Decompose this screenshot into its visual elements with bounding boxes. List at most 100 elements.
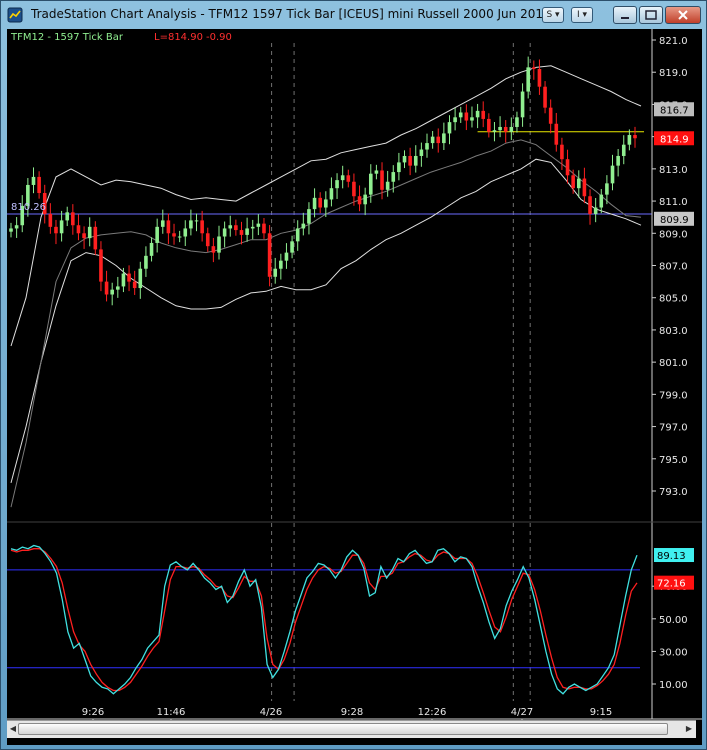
slow-stochastic-value: 72.16	[657, 579, 686, 590]
time-tick-label: 4/27	[511, 707, 533, 718]
candle	[357, 185, 362, 212]
candle	[273, 257, 278, 284]
candle	[239, 221, 244, 245]
scroll-right-icon[interactable]: ▶	[683, 723, 695, 735]
s-link-label: S	[546, 10, 553, 20]
candle-body	[234, 225, 238, 231]
candle-body	[363, 194, 367, 205]
candle-body	[498, 126, 502, 131]
candle-body	[149, 242, 154, 256]
candle	[464, 104, 469, 131]
candle	[284, 243, 289, 269]
candle	[515, 111, 519, 133]
candle	[166, 213, 171, 245]
candle-body	[177, 236, 182, 238]
chart-area[interactable]: 821.0819.0817.0815.0813.0811.0809.0807.0…	[7, 29, 702, 745]
candle-body	[509, 126, 514, 132]
chart-canvas[interactable]: 821.0819.0817.0815.0813.0811.0809.0807.0…	[7, 29, 702, 745]
candle-body	[335, 180, 339, 189]
maximize-button[interactable]	[639, 6, 663, 24]
candle-body	[295, 228, 300, 242]
minimize-button[interactable]	[613, 6, 637, 24]
candle	[267, 225, 272, 287]
candle	[160, 209, 165, 234]
title-bar[interactable]: TradeStation Chart Analysis - TFM12 1597…	[1, 1, 706, 29]
stochastic-oscillator	[7, 544, 640, 695]
time-tick-label: 12:26	[418, 707, 447, 718]
candle	[627, 129, 632, 151]
price-tick-label: 819.0	[659, 68, 688, 79]
candle	[312, 188, 317, 218]
candle-body	[239, 230, 244, 235]
candle-body	[228, 225, 233, 229]
candle	[256, 214, 261, 236]
candle-body	[560, 144, 564, 160]
price-tick-label: 805.0	[659, 294, 688, 305]
candle-body	[307, 209, 311, 224]
candle-body	[87, 226, 92, 239]
candle-body	[172, 233, 176, 237]
candle-body	[273, 268, 278, 277]
candlestick-series	[9, 56, 637, 306]
candle-body	[599, 194, 604, 208]
time-tick-label: 9:15	[590, 707, 612, 718]
candle	[385, 170, 390, 197]
candle	[532, 60, 536, 80]
candle-body	[425, 143, 429, 150]
candle-body	[397, 162, 401, 173]
candle	[363, 187, 367, 216]
close-button[interactable]	[665, 6, 701, 24]
candle	[71, 204, 75, 235]
candle-body	[93, 226, 98, 250]
scroll-thumb[interactable]	[18, 723, 668, 735]
symbol-label: TFM12 - 1597 Tick Bar	[10, 32, 124, 43]
candle	[82, 226, 86, 249]
candle-body	[391, 172, 396, 182]
price-tick-label: 797.0	[659, 423, 688, 434]
s-link-button[interactable]: S ▾	[542, 7, 564, 23]
candle	[138, 261, 143, 299]
horizontal-scrollbar[interactable]: ◀ ▶	[7, 720, 696, 738]
candle-body	[346, 175, 351, 182]
candle-body	[515, 117, 519, 127]
candle-body	[205, 233, 210, 247]
candle-body	[211, 246, 216, 253]
candle	[520, 83, 525, 127]
candle-body	[537, 68, 542, 87]
maximize-icon	[645, 10, 657, 20]
candle-body	[9, 228, 13, 232]
candle-body	[571, 175, 575, 189]
candle-body	[340, 175, 345, 181]
candle-body	[166, 220, 171, 234]
candle-body	[245, 228, 249, 235]
candle-body	[605, 183, 609, 195]
candle	[419, 142, 424, 167]
level-line-label: 810.26	[11, 202, 46, 213]
candle	[127, 265, 131, 292]
candle-body	[160, 220, 165, 227]
candle-body	[436, 136, 441, 144]
candle	[408, 147, 412, 176]
candle	[31, 167, 36, 194]
candle-body	[368, 173, 373, 195]
candle	[318, 192, 322, 214]
candle-body	[565, 159, 570, 176]
candle	[503, 120, 508, 143]
candle-body	[385, 181, 390, 190]
candle	[335, 173, 339, 199]
candle	[599, 188, 604, 214]
candle-body	[189, 220, 193, 229]
i-link-button[interactable]: I ▾	[571, 7, 593, 23]
candle-body	[183, 228, 188, 237]
candle-body	[470, 117, 474, 121]
candle-body	[408, 155, 412, 166]
candle-body	[464, 112, 469, 121]
candle	[76, 214, 81, 241]
candle-body	[262, 223, 266, 234]
candle-body	[503, 126, 508, 132]
change-label: -0.90	[206, 32, 232, 43]
candle-body	[222, 228, 227, 237]
price-tick-label: 795.0	[659, 455, 688, 466]
fast-stochastic-value: 89.13	[657, 551, 686, 562]
i-link-label: I	[576, 10, 580, 20]
